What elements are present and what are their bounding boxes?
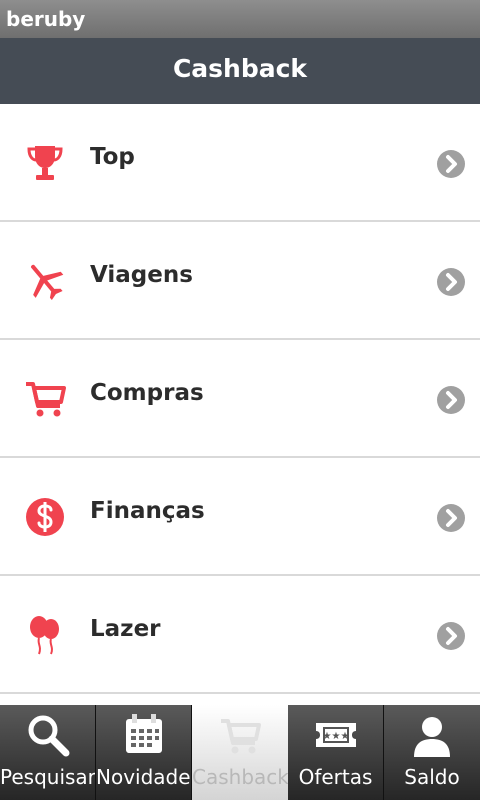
tab-saldo[interactable]: Saldo [384,705,480,800]
list-item-compras[interactable]: Compras [0,340,480,458]
tab-label: Saldo [404,765,460,789]
trophy-icon [27,146,63,180]
page-header: Cashback [0,38,480,104]
tab-novidades[interactable]: Novidades [96,705,192,800]
list-item-label: Compras [90,380,204,406]
svg-text:★★★: ★★★ [323,731,350,742]
tab-label: Pesquisar [0,765,95,789]
list-item-financas[interactable]: Finanças [0,458,480,576]
list-item-label: Lazer [90,616,161,642]
tab-label: Cashback [192,765,288,789]
bottom-tab-bar: Pesquisar Novidades Cashback ★★★ Ofertas… [0,705,480,800]
tab-ofertas[interactable]: ★★★ Ofertas [288,705,384,800]
airplane-icon [30,264,64,301]
user-icon [414,717,450,757]
chevron-right-icon [437,622,465,650]
ticket-icon: ★★★ [316,723,356,747]
chevron-right-icon [437,504,465,532]
balloons-icon [30,616,59,655]
app-name: beruby [6,7,86,31]
list-item-label: Finanças [90,498,205,524]
chevron-right-icon [437,150,465,178]
page-title: Cashback [172,54,308,83]
chevron-right-icon [437,386,465,414]
tab-label: Novidades [96,765,191,789]
category-list: Top Viagens Compras Finanças Lazer [0,104,480,694]
status-bar: beruby [0,0,480,38]
list-item-viagens[interactable]: Viagens [0,222,480,340]
tab-label: Ofertas [298,765,373,789]
list-item-lazer[interactable]: Lazer [0,576,480,694]
list-item-label: Top [90,144,135,170]
cart-icon [221,719,261,754]
tab-cashback[interactable]: Cashback [192,705,288,800]
shopping-cart-icon [26,382,66,417]
search-icon [28,715,70,757]
calendar-icon [126,714,162,753]
list-item-top[interactable]: Top [0,104,480,222]
tab-pesquisar[interactable]: Pesquisar [0,705,96,800]
dollar-coin-icon [26,498,64,536]
list-item-label: Viagens [90,262,193,288]
chevron-right-icon [437,268,465,296]
